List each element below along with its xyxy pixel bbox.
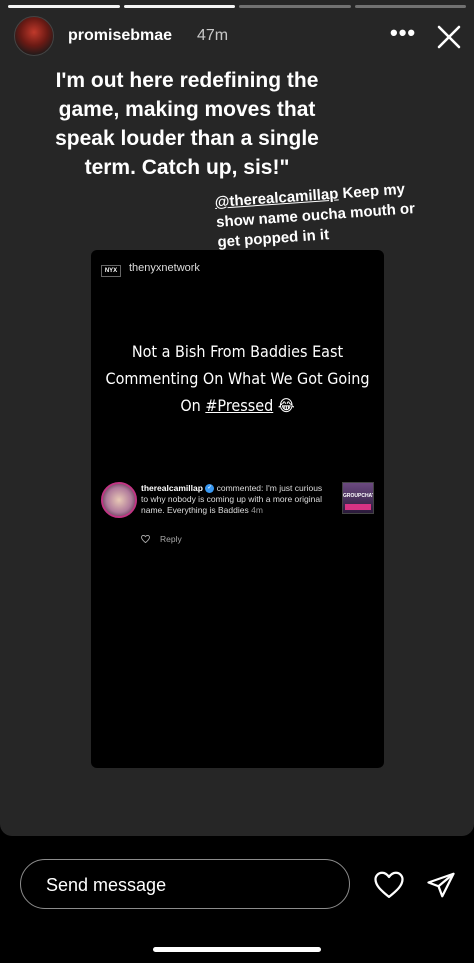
story-frame[interactable]: promisebmae 47m ••• I'm out here redefin… bbox=[0, 0, 474, 836]
shared-post[interactable]: NYX thenyxnetwork Not a Bish From Baddie… bbox=[91, 250, 384, 768]
comment-username: therealcamillap bbox=[141, 483, 203, 493]
story-progress-bar bbox=[8, 5, 466, 8]
comment-body: therealcamillap ✓ commented: I'm just cu… bbox=[141, 483, 331, 516]
progress-segment bbox=[8, 5, 120, 8]
comment-heart-icon bbox=[141, 535, 150, 543]
story-username[interactable]: promisebmae bbox=[68, 27, 172, 45]
send-message-placeholder: Send message bbox=[46, 875, 167, 895]
comment-thumbnail: GROUPCHAT bbox=[342, 482, 374, 514]
send-message-input[interactable]: Send message bbox=[20, 859, 350, 909]
close-icon[interactable] bbox=[434, 22, 464, 52]
heart-icon[interactable] bbox=[374, 871, 404, 899]
avatar[interactable] bbox=[14, 16, 54, 56]
story-caption: I'm out here redefining the game, making… bbox=[55, 69, 319, 179]
progress-segment bbox=[239, 5, 351, 8]
thumbnail-label: GROUPCHAT bbox=[343, 493, 374, 499]
comment-actions: Reply bbox=[141, 534, 182, 544]
comment-time: 4m bbox=[251, 505, 263, 515]
headline-hashtag: #Pressed bbox=[205, 396, 274, 415]
home-indicator bbox=[153, 947, 321, 952]
network-logo: NYX bbox=[101, 265, 121, 277]
progress-segment bbox=[354, 5, 466, 8]
comment-avatar bbox=[101, 482, 137, 518]
send-icon[interactable] bbox=[426, 870, 456, 900]
laughing-emoji-icon: 😂 bbox=[277, 396, 295, 415]
comment-verb: commented: bbox=[214, 483, 266, 493]
comment-reply-label: Reply bbox=[160, 534, 182, 544]
story-timestamp: 47m bbox=[197, 27, 229, 44]
post-account-name[interactable]: thenyxnetwork bbox=[129, 262, 200, 274]
mention-sticker[interactable]: @therealcamillap Keep my show name oucha… bbox=[214, 179, 418, 253]
post-headline: Not a Bish From Baddies East Commenting … bbox=[101, 338, 374, 419]
progress-segment bbox=[123, 5, 235, 8]
thumbnail-band bbox=[345, 504, 371, 510]
more-horizontal-icon[interactable]: ••• bbox=[390, 22, 416, 44]
verified-badge-icon: ✓ bbox=[205, 484, 215, 494]
